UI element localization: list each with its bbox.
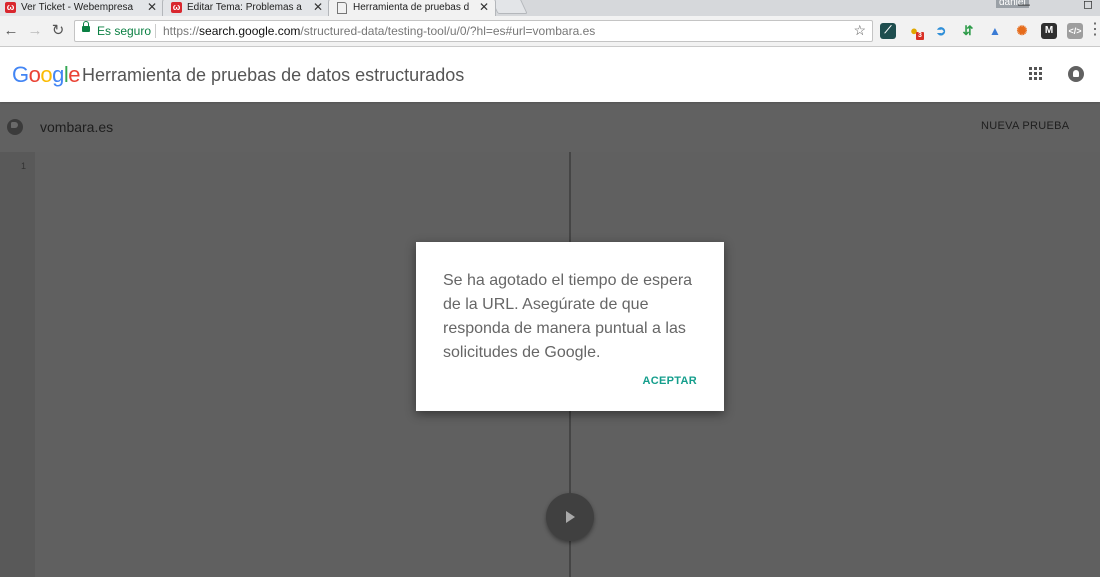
- google-logo-text: Google: [12, 62, 81, 87]
- url-text[interactable]: https://search.google.com/structured-dat…: [163, 24, 595, 38]
- extension-code-icon[interactable]: </>: [1067, 23, 1083, 39]
- page-title: Herramienta de pruebas de datos estructu…: [82, 65, 465, 85]
- tab-editar-tema[interactable]: ω Editar Tema: Problemas a ✕: [162, 0, 330, 16]
- tab-title: Herramienta de pruebas d: [353, 2, 470, 13]
- tab-herramienta[interactable]: Herramienta de pruebas d ✕: [328, 0, 496, 16]
- globe-icon: [7, 119, 23, 135]
- apps-grid-icon[interactable]: [1029, 67, 1043, 81]
- address-bar[interactable]: Es seguro https://search.google.com/stru…: [74, 20, 873, 42]
- secure-label[interactable]: Es seguro: [97, 24, 151, 38]
- url-host: search.google.com: [199, 24, 301, 38]
- browser-menu-icon[interactable]: ⋮: [1087, 22, 1100, 38]
- forward-arrow-icon[interactable]: →: [24, 20, 46, 42]
- tab-ver-ticket[interactable]: ω Ver Ticket - Webempresa ✕: [0, 0, 164, 16]
- app-header: Google Herramienta de pruebas de datos e…: [0, 47, 1100, 102]
- dialog-message: Se ha agotado el tiempo de espera de la …: [443, 272, 693, 361]
- bookmark-star-icon[interactable]: ☆: [853, 22, 866, 39]
- browser-tab-strip: ω Ver Ticket - Webempresa ✕ ω Editar Tem…: [0, 0, 1100, 16]
- restore-button[interactable]: ◻: [1083, 0, 1093, 11]
- extension-graph-icon[interactable]: ⟋: [880, 23, 896, 39]
- extension-gear-icon[interactable]: ✺: [1014, 23, 1030, 39]
- back-arrow-icon[interactable]: ←: [0, 20, 22, 42]
- minimize-button[interactable]: —: [1018, 0, 1030, 11]
- tab-title: Editar Tema: Problemas a: [187, 2, 302, 13]
- lock-icon: [82, 21, 90, 32]
- account-avatar-icon[interactable]: [1068, 66, 1084, 82]
- run-test-button[interactable]: [546, 493, 594, 541]
- browser-toolbar: ← → ↻ Es seguro https://search.google.co…: [0, 16, 1100, 47]
- document-favicon-icon: [337, 2, 347, 14]
- url-path: /structured-data/testing-tool/u/0/?hl=es…: [300, 24, 596, 38]
- extension-bars-icon[interactable]: ▲: [987, 23, 1003, 39]
- webempresa-favicon-icon: ω: [5, 2, 16, 13]
- reload-icon[interactable]: ↻: [47, 20, 69, 42]
- extension-blue-arrow-icon[interactable]: ➲: [933, 23, 949, 39]
- line-number: 1: [21, 161, 27, 171]
- timeout-dialog: Se ha agotado el tiempo de espera de la …: [416, 242, 724, 411]
- extension-m-icon[interactable]: M: [1041, 23, 1057, 39]
- url-scheme: https://: [163, 24, 200, 38]
- tab-close-icon[interactable]: ✕: [147, 0, 157, 14]
- webempresa-favicon-icon: ω: [171, 2, 182, 13]
- tab-title: Ver Ticket - Webempresa: [21, 2, 134, 13]
- extension-green-arrows-icon[interactable]: ⇵: [960, 23, 976, 39]
- tested-url[interactable]: vombara.es: [40, 119, 113, 135]
- more-options-icon[interactable]: ⋮: [1096, 116, 1100, 133]
- extension-bulb-icon[interactable]: ● 3: [906, 23, 924, 40]
- accept-button[interactable]: ACEPTAR: [643, 375, 697, 387]
- google-logo[interactable]: Google: [12, 62, 81, 88]
- omnibox-divider: [155, 24, 156, 38]
- editor-gutter: [0, 152, 35, 577]
- test-url-bar: vombara.es NUEVA PRUEBA ⋮: [0, 102, 1100, 152]
- extension-badge: 3: [916, 32, 924, 40]
- new-test-button[interactable]: NUEVA PRUEBA: [981, 120, 1069, 132]
- tab-close-icon[interactable]: ✕: [313, 0, 323, 14]
- tab-close-icon[interactable]: ✕: [479, 0, 489, 14]
